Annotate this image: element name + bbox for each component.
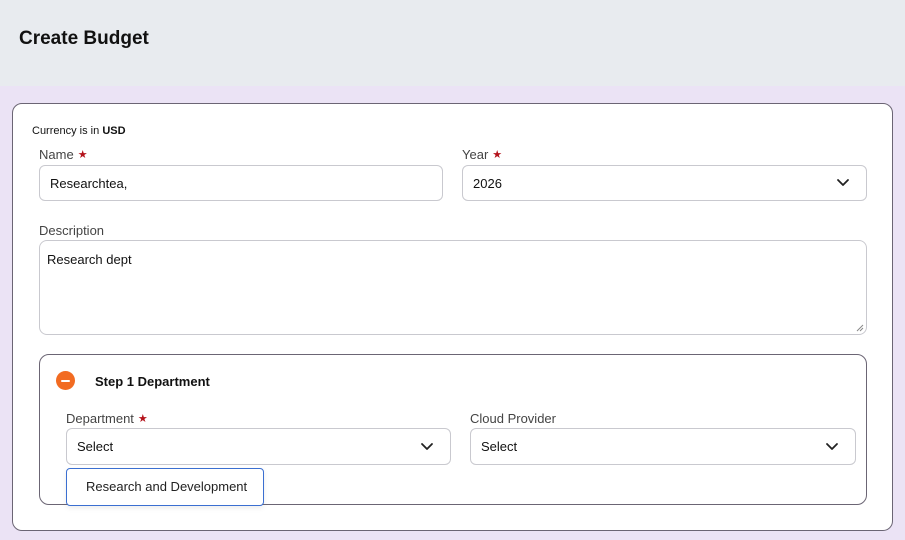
cloud-provider-label-text: Cloud Provider [470, 411, 556, 426]
description-textarea[interactable]: Research dept [39, 240, 867, 335]
currency-note: Currency is in USD [32, 125, 126, 137]
department-select-value: Select [77, 439, 114, 454]
currency-code: USD [102, 125, 126, 137]
resize-grip-icon[interactable] [854, 322, 864, 332]
name-label: Name ★ [39, 147, 88, 162]
cloud-provider-label: Cloud Provider [470, 411, 556, 426]
year-label: Year ★ [462, 147, 502, 162]
year-select[interactable]: 2026 [462, 165, 867, 201]
page-header: Create Budget [0, 0, 905, 86]
step-title: Step 1 Department [95, 374, 210, 389]
minus-bar [61, 379, 70, 382]
chevron-down-icon [837, 179, 849, 186]
cloud-provider-select[interactable]: Select [470, 428, 856, 465]
chevron-down-icon [826, 443, 838, 450]
required-marker: ★ [77, 149, 88, 161]
department-select[interactable]: Select [66, 428, 451, 465]
department-label-text: Department [66, 411, 134, 426]
description-value: Research dept [47, 252, 132, 267]
description-label-text: Description [39, 223, 105, 238]
chevron-down-icon [421, 443, 433, 450]
department-dropdown-menu: Research and Development [66, 468, 264, 506]
name-input[interactable]: Researchtea, [39, 165, 443, 201]
name-input-value: Researchtea, [50, 175, 128, 191]
department-label: Department ★ [66, 411, 148, 426]
minus-circle-icon[interactable] [56, 371, 75, 390]
cloud-provider-select-value: Select [481, 439, 518, 454]
required-marker: ★ [492, 149, 503, 161]
name-label-text: Name [39, 147, 74, 162]
required-marker: ★ [137, 413, 148, 425]
year-label-text: Year [462, 147, 489, 162]
currency-note-prefix: Currency is in [32, 125, 100, 137]
year-select-value: 2026 [473, 175, 502, 191]
department-option[interactable]: Research and Development [86, 479, 247, 494]
page-title: Create Budget [19, 28, 149, 49]
description-label: Description [39, 223, 104, 238]
